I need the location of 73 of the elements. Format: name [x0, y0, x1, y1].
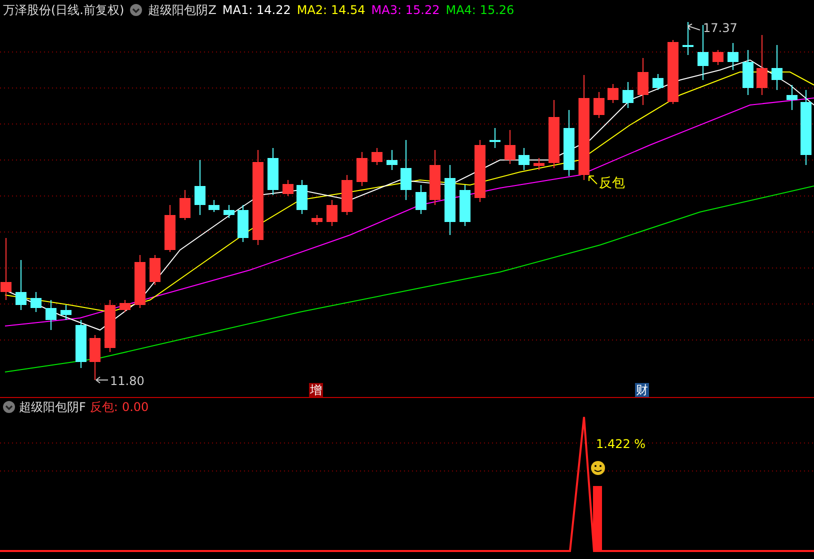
rising-candle — [90, 334, 100, 380]
falling-candle — [518, 148, 530, 170]
collapse-icon[interactable] — [130, 4, 142, 16]
signal-bar — [593, 486, 602, 551]
falling-candle — [76, 320, 86, 368]
rising-candle — [638, 58, 648, 106]
rising-candle — [594, 92, 604, 118]
falling-candle — [742, 50, 754, 96]
indicator-name: 超级阳包阴F — [19, 398, 86, 416]
signal-arrow — [588, 176, 598, 184]
series-label: 反包: — [90, 398, 118, 416]
rising-candle — [430, 150, 440, 206]
rising-candle — [756, 34, 768, 96]
moving-average-value: MA3: 15.22 — [371, 3, 440, 17]
falling-candle — [238, 204, 248, 242]
event-marker: 增 — [309, 383, 323, 397]
rising-candle — [0, 238, 12, 300]
rising-candle — [608, 84, 618, 104]
rising-candle — [356, 152, 368, 186]
rising-candle — [150, 254, 160, 286]
rising-candle — [712, 50, 724, 66]
falling-candle — [490, 128, 500, 148]
event-marker: 财 — [635, 383, 649, 397]
low-price-label: 11.80 — [110, 374, 144, 388]
signal-label: 反包 — [599, 176, 625, 191]
rising-candle — [474, 140, 486, 202]
rising-candle — [548, 100, 560, 168]
moving-average-value: MA1: 14.22 — [222, 3, 291, 17]
falling-candle — [386, 150, 398, 170]
falling-candle — [728, 42, 738, 70]
high-price-label: 17.37 — [703, 21, 738, 35]
falling-candle — [682, 22, 694, 56]
rising-candle — [104, 300, 116, 352]
falling-candle — [194, 160, 206, 216]
falling-candle — [652, 74, 664, 90]
falling-candle — [444, 164, 456, 236]
indicator-name: 超级阳包阴Z — [148, 2, 216, 18]
falling-candle — [772, 44, 782, 90]
falling-candle — [30, 292, 42, 312]
low-price-arrow — [96, 376, 108, 384]
rising-candle — [282, 180, 294, 196]
rising-candle — [164, 204, 176, 252]
falling-candle — [460, 184, 470, 226]
rising-candle — [120, 300, 130, 312]
falling-candle — [208, 200, 220, 212]
smiley-icon — [591, 461, 605, 475]
moving-average-value: MA2: 14.54 — [296, 3, 366, 17]
falling-candle — [46, 300, 56, 330]
high-price-arrow — [688, 24, 700, 30]
rising-candle — [180, 190, 190, 220]
rising-candle — [372, 148, 382, 166]
collapse-icon[interactable] — [3, 401, 15, 413]
falling-candle — [622, 82, 634, 108]
rising-candle — [534, 158, 544, 170]
falling-candle — [400, 140, 412, 200]
falling-candle — [268, 148, 278, 196]
falling-candle — [564, 110, 574, 176]
rising-candle — [312, 214, 322, 226]
falling-candle — [16, 260, 26, 310]
moving-average-value: MA4: 15.26 — [446, 3, 514, 17]
rising-candle — [134, 254, 146, 308]
stock-title: 万泽股份(日线.前复权) — [3, 2, 124, 18]
falling-candle — [60, 304, 72, 320]
series-value: 0.00 — [122, 400, 149, 414]
rising-candle — [668, 40, 678, 104]
falling-candle — [786, 84, 798, 110]
rising-candle — [342, 174, 352, 216]
falling-candle — [296, 180, 308, 214]
percent-annotation: 1.422 % — [596, 437, 646, 451]
rising-candle — [326, 200, 338, 226]
falling-candle — [416, 184, 426, 214]
falling-candle — [224, 204, 234, 218]
rising-candle — [504, 130, 516, 164]
